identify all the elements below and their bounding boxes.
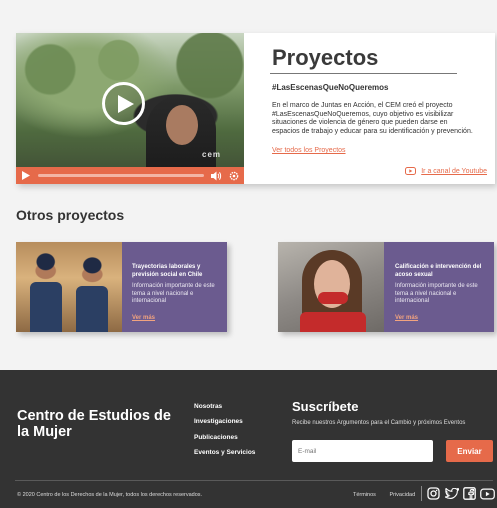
video-progress-bar[interactable] xyxy=(38,174,204,177)
social-links xyxy=(426,486,495,501)
footer-divider xyxy=(15,480,493,481)
video-controls xyxy=(16,167,244,184)
video-thumbnail-face xyxy=(166,105,198,145)
volume-icon[interactable] xyxy=(210,170,222,182)
project-card-info: Trayectorias laborales y previsión socia… xyxy=(132,264,224,324)
see-more-link[interactable]: Ver más xyxy=(395,315,418,321)
project-card[interactable]: Calificación e intervención del acoso se… xyxy=(278,242,494,332)
see-all-projects-link[interactable]: Ver todos los Proyectos xyxy=(272,147,346,154)
play-icon[interactable] xyxy=(20,170,32,182)
twitter-icon[interactable] xyxy=(444,486,459,501)
footer-nav-nosotras[interactable]: Nosotras xyxy=(194,403,255,410)
submit-button[interactable]: Enviar xyxy=(446,440,493,462)
project-card-description: Información importante de este tema a ni… xyxy=(395,283,478,304)
project-description: En el marco de Juntas en Acción, el CEM … xyxy=(272,102,473,135)
footer-nav-eventos[interactable]: Eventos y Servicios xyxy=(194,449,255,456)
footer-brand[interactable]: Centro de Estudios de la Mujer xyxy=(17,408,177,440)
footer-nav-publicaciones[interactable]: Publicaciones xyxy=(194,434,255,441)
project-card-description: Información importante de este tema a ni… xyxy=(132,283,215,304)
project-hashtag: #LasEscenasQueNoQueremos xyxy=(272,83,389,92)
page-title: Proyectos xyxy=(272,45,379,70)
featured-project-card: cem Proyectos #LasEscenasQueNoQueremos E… xyxy=(16,33,495,184)
project-photo xyxy=(278,242,384,332)
subscribe-title: Suscríbete xyxy=(292,399,359,414)
instagram-icon[interactable] xyxy=(426,486,441,501)
see-more-link[interactable]: Ver más xyxy=(132,315,155,321)
email-field[interactable] xyxy=(292,440,433,462)
footer-separator xyxy=(421,486,422,501)
copyright-text: © 2020 Centro de los Derechos de la Muje… xyxy=(17,492,203,498)
featured-project-info: Proyectos #LasEscenasQueNoQueremos En el… xyxy=(270,33,487,184)
youtube-icon xyxy=(405,167,417,175)
project-photo xyxy=(16,242,122,332)
video-player[interactable]: cem xyxy=(16,33,244,184)
privacy-link[interactable]: Privacidad xyxy=(389,492,415,498)
photo-figure xyxy=(300,312,366,332)
footer-nav-investigaciones[interactable]: Investigaciones xyxy=(194,418,255,425)
footer-legal-links: Términos Privacidad xyxy=(353,492,427,498)
play-icon xyxy=(117,94,134,113)
photo-figure xyxy=(318,292,348,304)
settings-icon[interactable] xyxy=(228,170,240,182)
site-footer: Centro de Estudios de la Mujer Nosotras … xyxy=(0,370,497,508)
video-watermark: cem xyxy=(202,150,222,159)
big-play-button[interactable] xyxy=(102,82,145,125)
photo-figure xyxy=(30,282,62,332)
other-projects-heading: Otros proyectos xyxy=(16,207,125,223)
photo-figure xyxy=(76,286,108,332)
project-card[interactable]: Trayectorias laborales y previsión socia… xyxy=(16,242,227,332)
project-card-info: Calificación e intervención del acoso se… xyxy=(395,264,487,324)
terms-link[interactable]: Términos xyxy=(353,492,376,498)
youtube-channel-label: Ir a canal de Youtube xyxy=(421,167,487,175)
youtube-icon[interactable] xyxy=(480,486,495,501)
facebook-icon[interactable] xyxy=(462,486,477,501)
project-card-title: Calificación e intervención del acoso se… xyxy=(395,264,482,278)
subscribe-text: Recibe nuestros Argumentos para el Cambi… xyxy=(292,420,466,426)
project-card-title: Trayectorias laborales y previsión socia… xyxy=(132,264,203,278)
title-divider xyxy=(270,73,457,74)
youtube-channel-link[interactable]: Ir a canal de Youtube xyxy=(405,167,487,175)
footer-nav: Nosotras Investigaciones Publicaciones E… xyxy=(194,403,255,465)
